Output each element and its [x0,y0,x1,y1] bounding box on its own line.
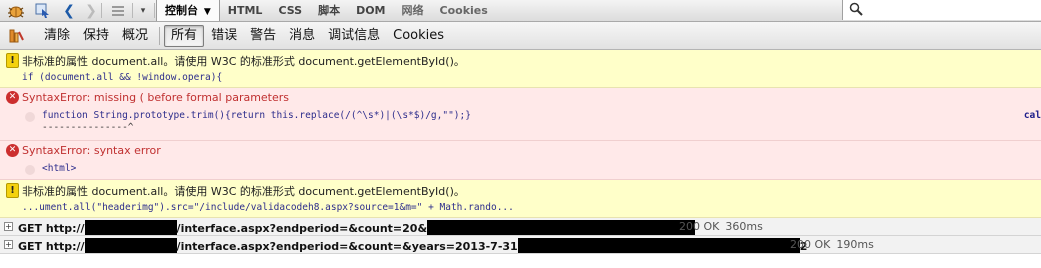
redacted-block [84,220,177,235]
profile-button[interactable]: 概况 [116,26,154,46]
tab-console[interactable]: 控制台 ▼ [156,0,220,21]
main-toolbar: ❮ ❯ ▾ 控制台 ▼ HTML CSS 脚本 DOM 网络 Cookies [0,0,1041,22]
panel-tabs: 控制台 ▼ HTML CSS 脚本 DOM 网络 Cookies [156,0,496,21]
network-request-row[interactable]: + GET http:// /interface.aspx?endperiod=&… [0,218,1041,236]
request-status: 200 OK 190ms [790,238,874,251]
tab-network[interactable]: 网络 [394,0,432,21]
breakpoint-icon[interactable] [25,112,35,122]
log-source-code: function String.prototype.trim(){return … [42,110,471,121]
log-message: 非标准的属性 document.all。请使用 W3C 的标准形式 docume… [22,55,465,68]
forward-icon[interactable]: ❯ [84,2,98,19]
filter-debug-button[interactable]: 调试信息 [322,26,386,46]
request-url-path: /interface.aspx?endperiod=&count=20& [176,222,428,235]
tab-console-label: 控制台 [165,4,198,17]
filter-cookies-button[interactable]: Cookies [387,26,450,46]
filter-divider [159,27,161,45]
log-entry-error[interactable]: ✕ SyntaxError: missing ( before formal p… [0,88,1041,141]
filter-buttons: 清除 保持 概况 所有 错误 警告 消息 调试信息 Cookies [38,25,451,47]
toolbar-divider [132,3,133,18]
console-filter-bar: 清除 保持 概况 所有 错误 警告 消息 调试信息 Cookies [0,22,1041,50]
request-time: 190ms [836,238,874,251]
filter-errors-button[interactable]: 错误 [205,26,243,46]
request-method: GET [18,222,43,235]
warning-icon: ! [6,53,19,68]
filter-info-button[interactable]: 消息 [283,26,321,46]
back-icon[interactable]: ❮ [62,2,76,19]
request-time: 360ms [725,220,763,233]
request-url-prefix: http:// [45,222,85,235]
redacted-block [427,220,696,235]
clear-button[interactable]: 清除 [38,26,76,46]
expand-icon[interactable]: + [4,240,13,249]
error-icon: ✕ [6,91,19,104]
search-icon [849,2,863,19]
source-link[interactable]: cal [1024,110,1041,121]
toolbar-divider [154,3,155,18]
error-icon: ✕ [6,144,19,157]
tab-cookies[interactable]: Cookies [432,0,496,21]
request-method: GET [18,240,43,253]
redacted-block [84,238,177,253]
log-message: 非标准的属性 document.all。请使用 W3C 的标准形式 docume… [22,185,465,198]
status-code: 200 OK [679,220,720,233]
request-status: 200 OK 360ms [679,220,763,233]
log-entry-error[interactable]: ✕ SyntaxError: syntax error <html> [0,141,1041,180]
clear-console-icon[interactable] [8,28,24,47]
filter-warnings-button[interactable]: 警告 [244,26,282,46]
breakpoint-icon[interactable] [25,165,35,175]
request-url: GET http:// /interface.aspx?endperiod=&co… [18,220,696,235]
firebug-icon[interactable] [6,2,26,19]
network-request-row[interactable]: + GET http:// /interface.aspx?endperiod=&… [0,236,1041,254]
error-pointer: ---------------^ [42,122,134,133]
log-message: SyntaxError: missing ( before formal par… [22,91,290,104]
tab-css[interactable]: CSS [270,0,310,21]
menu-icon[interactable] [108,2,128,19]
warning-icon: ! [6,183,19,198]
log-source-code: <html> [42,163,77,174]
request-url-prefix: http:// [45,240,85,253]
request-url: GET http:// /interface.aspx?endperiod=&co… [18,238,807,253]
tab-html[interactable]: HTML [220,0,271,21]
dropdown-icon[interactable]: ▾ [137,2,149,19]
log-entry-warning[interactable]: ! 非标准的属性 document.all。请使用 W3C 的标准形式 docu… [0,50,1041,88]
request-url-path: /interface.aspx?endperiod=&count=&years=… [176,240,518,253]
log-source-code: ...ument.all("headerimg").src="/include/… [22,202,514,213]
inspect-icon[interactable] [34,2,52,19]
search-input[interactable] [842,0,1041,20]
log-message: SyntaxError: syntax error [22,144,161,157]
status-code: 200 OK [790,238,831,251]
filter-all-button[interactable]: 所有 [164,25,205,47]
toolbar-divider [101,3,102,18]
tab-script[interactable]: 脚本 [310,0,348,21]
expand-icon[interactable]: + [4,222,13,231]
chevron-down-icon: ▼ [203,7,211,17]
persist-button[interactable]: 保持 [77,26,115,46]
log-source-code: if (document.all && !window.opera){ [22,72,223,83]
log-entry-warning[interactable]: ! 非标准的属性 document.all。请使用 W3C 的标准形式 docu… [0,180,1041,218]
redacted-block [517,238,800,253]
tab-dom[interactable]: DOM [348,0,393,21]
